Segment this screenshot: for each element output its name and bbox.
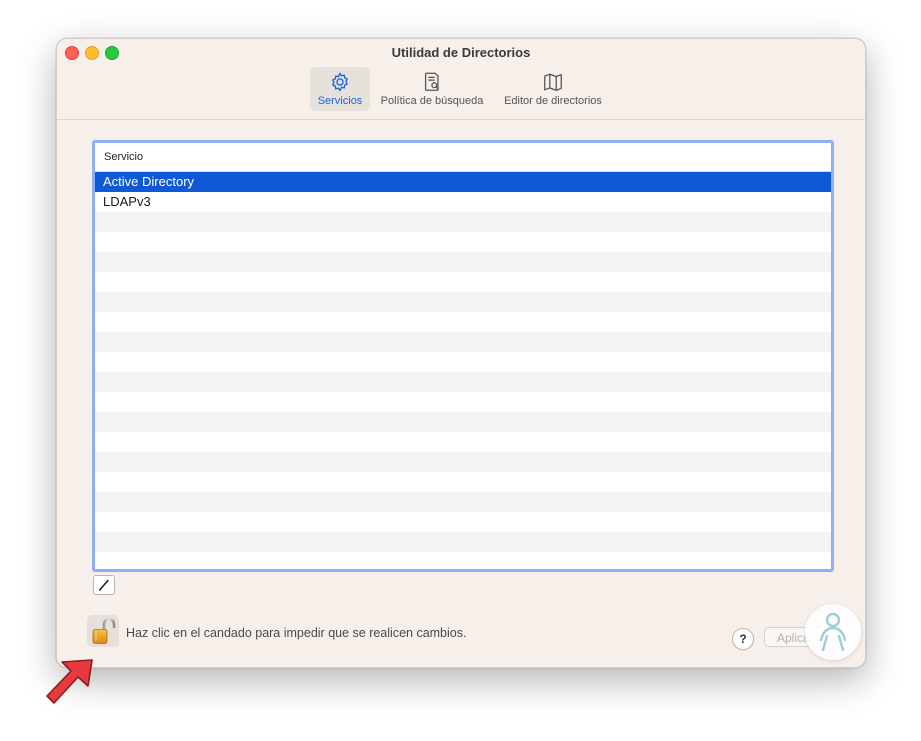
table-row-active-directory[interactable]: Active Directory — [95, 172, 831, 192]
table-row-empty — [95, 432, 831, 452]
services-rows: Active Directory LDAPv3 — [95, 172, 831, 569]
table-row-empty — [95, 352, 831, 372]
table-row-empty — [95, 472, 831, 492]
unlocked-padlock-icon — [92, 618, 116, 644]
help-button[interactable]: ? — [732, 628, 754, 650]
lock-button[interactable] — [87, 615, 119, 647]
table-row-empty — [95, 412, 831, 432]
edit-service-button[interactable] — [93, 575, 115, 595]
table-row-empty — [95, 512, 831, 532]
pencil-icon — [99, 579, 109, 591]
table-row-empty — [95, 212, 831, 232]
table-row-empty — [95, 492, 831, 512]
table-row-empty — [95, 252, 831, 272]
toolbar-tab-services[interactable]: Servicios — [310, 67, 370, 111]
lock-message: Haz clic en el candado para impedir que … — [126, 626, 467, 640]
red-pointer-arrow-icon — [46, 659, 93, 704]
gear-icon — [331, 72, 349, 92]
table-row-empty — [95, 392, 831, 412]
title-bar: Utilidad de Directorios Servicios Políti… — [57, 39, 865, 120]
toolbar-tab-label: Editor de directorios — [504, 95, 602, 107]
table-row-empty — [95, 532, 831, 552]
table-row-empty — [95, 552, 831, 569]
table-row-empty — [95, 292, 831, 312]
table-row-ldapv3[interactable]: LDAPv3 — [95, 192, 831, 212]
search-policy-icon — [424, 72, 440, 91]
table-row-empty — [95, 272, 831, 292]
services-table[interactable]: Servicio Active Directory LDAPv3 — [92, 140, 834, 572]
toolbar-tab-label: Servicios — [317, 95, 363, 107]
toolbar-tab-search-policy[interactable]: Política de búsqueda — [375, 67, 489, 111]
column-header-service[interactable]: Servicio — [95, 143, 831, 172]
table-row-empty — [95, 332, 831, 352]
table-row-empty — [95, 452, 831, 472]
map-icon — [544, 73, 562, 91]
watermark-logo — [805, 604, 861, 660]
toolbar-tab-label: Política de búsqueda — [380, 95, 484, 107]
toolbar-tab-directory-editor[interactable]: Editor de directorios — [497, 67, 609, 111]
window-title: Utilidad de Directorios — [391, 45, 531, 60]
table-row-empty — [95, 372, 831, 392]
table-row-empty — [95, 232, 831, 252]
directory-utility-window: Utilidad de Directorios Servicios Políti… — [56, 38, 866, 668]
table-row-empty — [95, 312, 831, 332]
watermark-person-icon — [819, 612, 847, 652]
